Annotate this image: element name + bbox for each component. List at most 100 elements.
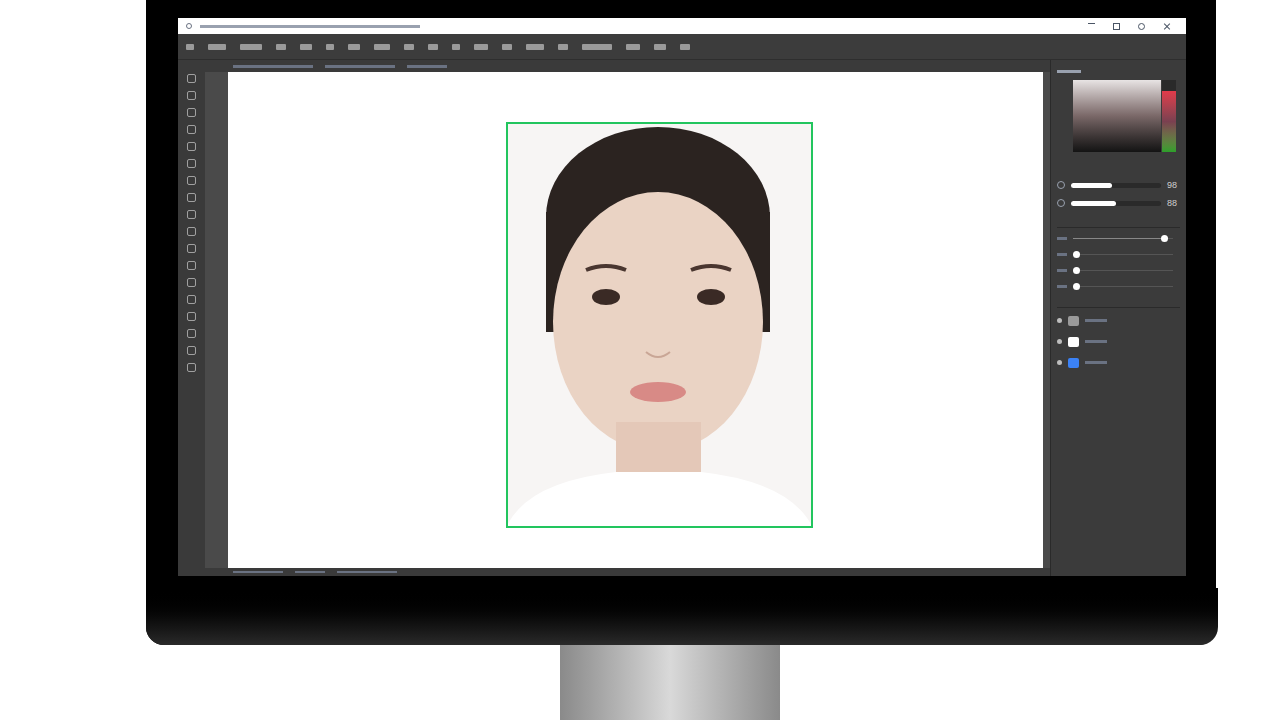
tool-icon[interactable] [187,278,196,287]
adjustment-row: 98 [1057,178,1180,192]
brush-label-icon [1057,253,1067,256]
layer-name-icon [1085,340,1107,343]
tool-icon[interactable] [187,312,196,321]
adjustment-track[interactable] [1071,183,1161,188]
brush-row [1057,264,1180,276]
toolbar-tool-icon[interactable] [240,44,262,50]
brush-label-icon [1057,269,1067,272]
toolbar-tool-icon[interactable] [654,44,666,50]
tool-panel [178,60,205,576]
brush-knob[interactable] [1073,283,1080,290]
brush-track[interactable] [1073,254,1173,255]
spacer [1057,156,1180,174]
toolbar-tool-icon[interactable] [428,44,438,50]
app-icon [186,23,192,29]
tool-icon[interactable] [187,74,196,83]
tool-icon[interactable] [187,108,196,117]
status-bar [205,568,1050,576]
toolbar-tool-icon[interactable] [452,44,460,50]
tool-icon[interactable] [187,159,196,168]
restore-icon[interactable] [1138,23,1145,30]
brush-row [1057,232,1180,244]
tool-icon[interactable] [187,244,196,253]
selection-frame[interactable] [506,122,813,528]
brush-label-icon [1057,237,1067,240]
adjustment-reading: 88 [1167,199,1177,208]
brush-knob[interactable] [1161,235,1168,242]
adjustment-icon [1057,199,1065,207]
toolbar-tool-icon[interactable] [326,44,334,50]
toolbar [178,34,1186,60]
document-tab-bar [205,60,1050,72]
toolbar-tool-icon[interactable] [582,44,612,50]
title-placeholder-icon [200,25,420,28]
layer-name-icon [1085,361,1107,364]
tool-icon[interactable] [187,227,196,236]
visibility-icon[interactable] [1057,318,1062,323]
toolbar-tool-icon[interactable] [208,44,226,50]
brush-knob[interactable] [1073,251,1080,258]
toolbar-tool-icon[interactable] [300,44,312,50]
brush-track[interactable] [1073,270,1173,271]
document-canvas[interactable] [228,72,1043,568]
tool-icon[interactable] [187,210,196,219]
close-icon[interactable] [1163,23,1170,30]
toolbar-tool-icon[interactable] [474,44,488,50]
adjustment-reading: 98 [1167,181,1177,190]
monitor-stand [560,645,780,720]
color-panel-header [1057,66,1180,76]
color-picker[interactable] [1057,80,1180,152]
tool-icon[interactable] [187,363,196,372]
toolbar-tool-icon[interactable] [558,44,568,50]
toolbar-tool-icon[interactable] [680,44,690,50]
tool-icon[interactable] [187,91,196,100]
brush-label-icon [1057,285,1067,288]
color-field[interactable] [1073,80,1161,152]
toolbar-tool-icon[interactable] [404,44,414,50]
monitor: 98 88 [146,0,1216,645]
tool-icon[interactable] [187,261,196,270]
toolbar-tool-icon[interactable] [186,44,194,50]
layer-row[interactable] [1057,312,1180,329]
adjustment-track[interactable] [1071,201,1161,206]
layer-row[interactable] [1057,333,1180,350]
tool-icon[interactable] [187,125,196,134]
brush-track[interactable] [1073,286,1173,287]
layer-thumbnail-icon [1068,358,1079,368]
maximize-icon[interactable] [1113,23,1120,30]
hue-fill [1162,91,1176,152]
tool-icon[interactable] [187,346,196,355]
layer-thumbnail-icon [1068,337,1079,347]
divider [1057,214,1180,228]
adjustment-icon [1057,181,1065,189]
adjustment-fill [1071,201,1116,206]
toolbar-tool-icon[interactable] [502,44,512,50]
right-panel: 98 88 [1050,60,1186,576]
brush-track[interactable] [1073,238,1173,239]
monitor-chin [146,588,1218,645]
screen: 98 88 [178,18,1186,576]
toolbar-tool-icon[interactable] [348,44,360,50]
brush-row [1057,280,1180,292]
visibility-icon[interactable] [1057,339,1062,344]
toolbar-tool-icon[interactable] [526,44,544,50]
layer-thumbnail-icon [1068,316,1079,326]
tool-icon[interactable] [187,193,196,202]
divider [1057,296,1180,308]
layer-name-icon [1085,319,1107,322]
layer-row[interactable] [1057,354,1180,371]
brush-knob[interactable] [1073,267,1080,274]
toolbar-tool-icon[interactable] [626,44,640,50]
tool-icon[interactable] [187,142,196,151]
minimize-icon[interactable] [1088,23,1095,24]
toolbar-tool-icon[interactable] [374,44,390,50]
tool-icon[interactable] [187,176,196,185]
tool-icon[interactable] [187,295,196,304]
scene: 98 88 [0,0,1280,720]
brush-fill [1073,238,1168,239]
visibility-icon[interactable] [1057,360,1062,365]
photo [506,122,813,528]
tool-icon[interactable] [187,329,196,338]
toolbar-tool-icon[interactable] [276,44,286,50]
hue-track[interactable] [1162,80,1176,152]
